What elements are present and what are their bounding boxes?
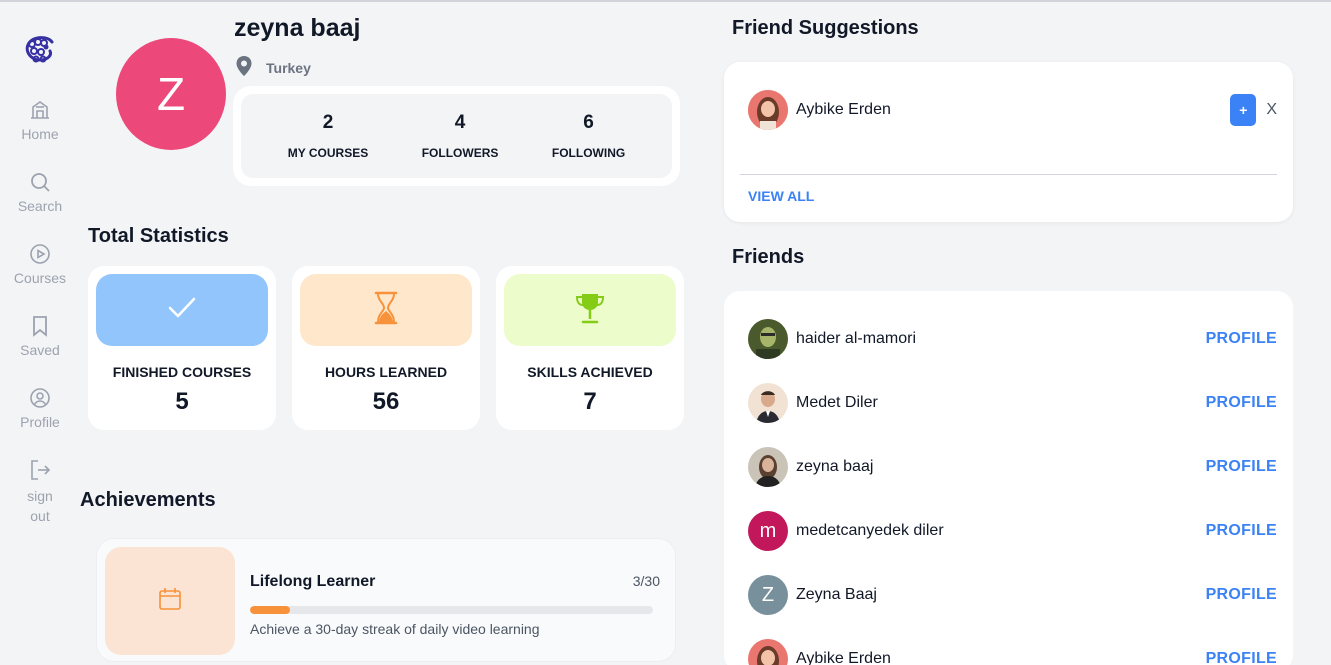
profile-link[interactable]: PROFILE [1206, 458, 1277, 476]
sidebar-item-courses[interactable]: Courses [0, 242, 80, 286]
skills-achieved-icon-box [504, 274, 676, 346]
avatar[interactable] [748, 90, 788, 130]
achievement-card[interactable]: Lifelong Learner 3/30 Achieve a 30-day s… [96, 538, 676, 662]
avatar[interactable] [748, 383, 788, 423]
dismiss-suggestion-button[interactable]: X [1266, 101, 1277, 119]
sidebar-item-search[interactable]: Search [0, 170, 80, 214]
avatar[interactable]: Z [748, 575, 788, 615]
home-icon [28, 98, 52, 122]
sidebar-item-label: Profile [20, 414, 60, 430]
profile-link[interactable]: PROFILE [1206, 586, 1277, 604]
stat-label: FOLLOWERS [421, 146, 499, 160]
suggestion-name[interactable]: Aybike Erden [796, 101, 1230, 119]
hourglass-icon [373, 291, 399, 330]
profile-stats: 2 MY COURSES 4 FOLLOWERS 6 FOLLOWING [233, 86, 680, 186]
sidebar-item-label: Courses [13, 270, 67, 286]
divider [740, 174, 1277, 175]
sidebar-item-home[interactable]: Home [0, 98, 80, 142]
sidebar: Home Search Courses Saved Profile sign o… [0, 0, 80, 665]
sidebar-item-saved[interactable]: Saved [0, 314, 80, 358]
sidebar-item-label: Search [17, 198, 63, 214]
profile-link[interactable]: PROFILE [1206, 394, 1277, 412]
achievement-description: Achieve a 30-day streak of daily video l… [250, 621, 540, 637]
stat-label: MY COURSES [287, 146, 369, 160]
window-top-border [0, 0, 1331, 2]
friend-row: Aybike Erden PROFILE [748, 639, 1277, 665]
stat-value: 2 [322, 112, 334, 133]
friends-title: Friends [732, 246, 805, 268]
friend-row: Z Zeyna Baaj PROFILE [748, 575, 1277, 615]
trophy-icon [573, 291, 607, 330]
profile-link[interactable]: PROFILE [1206, 650, 1277, 665]
stat-label: FOLLOWING [551, 146, 626, 160]
friend-row: haider al-mamori PROFILE [748, 319, 1277, 359]
profile-avatar: Z [116, 38, 226, 150]
friend-row: m medetcanyedek diler PROFILE [748, 511, 1277, 551]
friend-name: Aybike Erden [796, 650, 891, 665]
friend-row: zeyna baaj PROFILE [748, 447, 1277, 487]
card-value: 7 [583, 388, 597, 415]
location-label: Turkey [266, 59, 311, 76]
card-value: 56 [372, 388, 400, 415]
friend-suggestions-title: Friend Suggestions [732, 17, 919, 39]
sidebar-item-profile[interactable]: Profile [0, 386, 80, 430]
sidebar-item-label: Home [21, 126, 59, 142]
check-icon [166, 294, 198, 327]
stat-value: 4 [454, 112, 466, 133]
avatar-initial: m [759, 519, 777, 542]
finished-courses-icon-box [96, 274, 268, 346]
sign-out-icon [28, 458, 52, 482]
avatar[interactable] [748, 639, 788, 665]
friend-row: Medet Diler PROFILE [748, 383, 1277, 423]
suggestion-row: Aybike Erden + X [748, 90, 1277, 130]
profile-link[interactable]: PROFILE [1206, 522, 1277, 540]
friend-name: haider al-mamori [796, 330, 917, 347]
avatar-initial: Z [761, 583, 775, 606]
friend-name: zeyna baaj [796, 458, 874, 475]
stat-value: 6 [583, 112, 594, 133]
friend-name: Medet Diler [796, 394, 878, 411]
profile-link[interactable]: PROFILE [1206, 330, 1277, 348]
card-label: FINISHED COURSES [112, 364, 252, 380]
search-icon [28, 170, 52, 194]
stat-my-courses[interactable]: 2 MY COURSES [288, 112, 368, 160]
bookmark-icon [28, 314, 52, 338]
card-label: HOURS LEARNED [324, 364, 448, 380]
achievement-progress-bar [250, 606, 653, 614]
friend-suggestions-panel: Aybike Erden + X VIEW ALL [724, 62, 1293, 222]
view-all-link[interactable]: VIEW ALL [748, 188, 814, 204]
finished-courses-card: FINISHED COURSES 5 [88, 266, 276, 430]
sidebar-item-label: Saved [20, 342, 60, 358]
achievements-title: Achievements [80, 489, 216, 511]
profile-location: Turkey [234, 55, 311, 80]
stat-followers[interactable]: 4 FOLLOWERS [422, 112, 499, 160]
avatar[interactable]: m [748, 511, 788, 551]
total-statistics-title: Total Statistics [88, 225, 229, 247]
add-friend-button[interactable]: + [1230, 94, 1257, 126]
avatar-initial: Z [156, 68, 186, 120]
location-pin-icon [234, 55, 254, 80]
skills-achieved-card: SKILLS ACHIEVED 7 [496, 266, 684, 430]
sidebar-item-label: sign out [27, 488, 53, 524]
friend-name: Zeyna Baaj [796, 586, 877, 603]
achievement-progress-fill [250, 606, 291, 614]
profile-name: zeyna baaj [234, 14, 361, 42]
achievement-title: Lifelong Learner [250, 573, 376, 590]
achievement-progress-count: 3/30 [632, 573, 660, 589]
play-circle-icon [28, 242, 52, 266]
friend-name: medetcanyedek diler [796, 522, 944, 539]
stat-following[interactable]: 6 FOLLOWING [552, 112, 625, 160]
hours-learned-card: HOURS LEARNED 56 [292, 266, 480, 430]
app-logo[interactable] [22, 34, 58, 66]
card-value: 5 [175, 388, 189, 415]
hours-learned-icon-box [300, 274, 472, 346]
calendar-icon [157, 586, 183, 617]
achievement-icon-box [105, 547, 235, 655]
card-label: SKILLS ACHIEVED [527, 364, 653, 380]
friends-panel: haider al-mamori PROFILE Medet Diler PRO… [724, 291, 1293, 665]
sidebar-item-sign-out[interactable]: sign out [0, 458, 80, 526]
user-circle-icon [28, 386, 52, 410]
avatar[interactable] [748, 447, 788, 487]
avatar[interactable] [748, 319, 788, 359]
